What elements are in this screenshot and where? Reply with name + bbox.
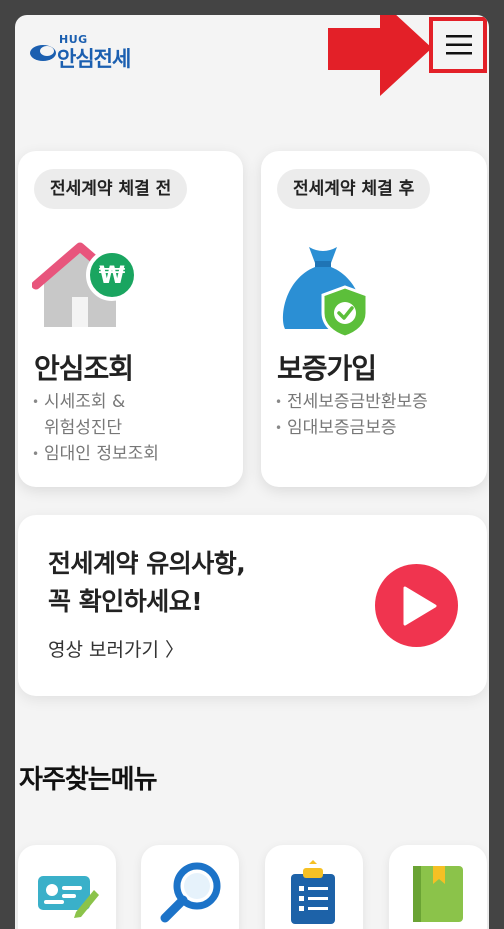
before-contract-pill: 전세계약 체결 전 xyxy=(34,169,188,209)
phone-screen: HUG 안심전세 전세계약 체결 전 ₩ 안심조회 시세조회 & 위험성진단 xyxy=(15,15,489,929)
after-contract-pill: 전세계약 체결 후 xyxy=(277,169,431,209)
menu-button[interactable] xyxy=(429,17,487,73)
quick-menu-item[interactable] xyxy=(18,845,116,929)
green-book-icon xyxy=(413,866,463,922)
video-title-line: 꼭 확인하세요! xyxy=(48,587,203,616)
list-item: 임대인 정보조회 xyxy=(32,441,159,467)
clipboard-list-icon xyxy=(291,860,335,924)
id-card-pen-icon xyxy=(38,876,99,918)
play-icon xyxy=(403,586,437,626)
video-banner[interactable]: 전세계약 유의사항, 꼭 확인하세요! 영상 보러가기 〉 xyxy=(18,515,487,696)
list-item: 위험성진단 xyxy=(44,418,123,438)
list-item: 시세조회 & xyxy=(32,389,159,415)
list-item: 전세보증금반환보증 xyxy=(275,389,428,415)
feature-list: 시세조회 & 위험성진단 임대인 정보조회 xyxy=(32,389,159,467)
card-title: 안심조회 xyxy=(34,352,134,385)
logo-text: 안심전세 xyxy=(57,47,131,71)
guarantee-card[interactable]: 전세계약 체결 후 보증가입 전세보증금반환보증 임대보증금보증 xyxy=(261,151,487,487)
list-item: 임대보증금보증 xyxy=(275,415,428,441)
safe-lookup-card[interactable]: 전세계약 체결 전 ₩ 안심조회 시세조회 & 위험성진단 임대인 정보조회 xyxy=(18,151,243,487)
section-title: 자주찾는메뉴 xyxy=(19,765,158,795)
red-arrow-annotation-icon xyxy=(328,15,432,96)
hug-logo[interactable]: HUG 안심전세 xyxy=(29,33,169,73)
quick-menu-item[interactable] xyxy=(265,845,363,929)
money-bag-shield-icon xyxy=(282,247,369,339)
logo-swoosh-icon xyxy=(30,45,56,61)
magnifier-icon xyxy=(160,862,221,923)
svg-text:₩: ₩ xyxy=(99,261,126,289)
watch-video-link[interactable]: 영상 보러가기 〉 xyxy=(48,635,184,662)
video-title-line: 전세계약 유의사항, xyxy=(48,549,246,578)
quick-menu-item[interactable] xyxy=(389,845,487,929)
feature-list: 전세보증금반환보증 임대보증금보증 xyxy=(275,389,428,441)
hamburger-icon xyxy=(446,35,472,55)
video-title: 전세계약 유의사항, 꼭 확인하세요! xyxy=(48,545,246,621)
play-button[interactable] xyxy=(375,564,458,647)
quick-menu-item[interactable] xyxy=(141,845,239,929)
card-title: 보증가입 xyxy=(277,352,377,385)
header: HUG 안심전세 xyxy=(15,15,489,96)
house-won-icon: ₩ xyxy=(32,242,138,327)
